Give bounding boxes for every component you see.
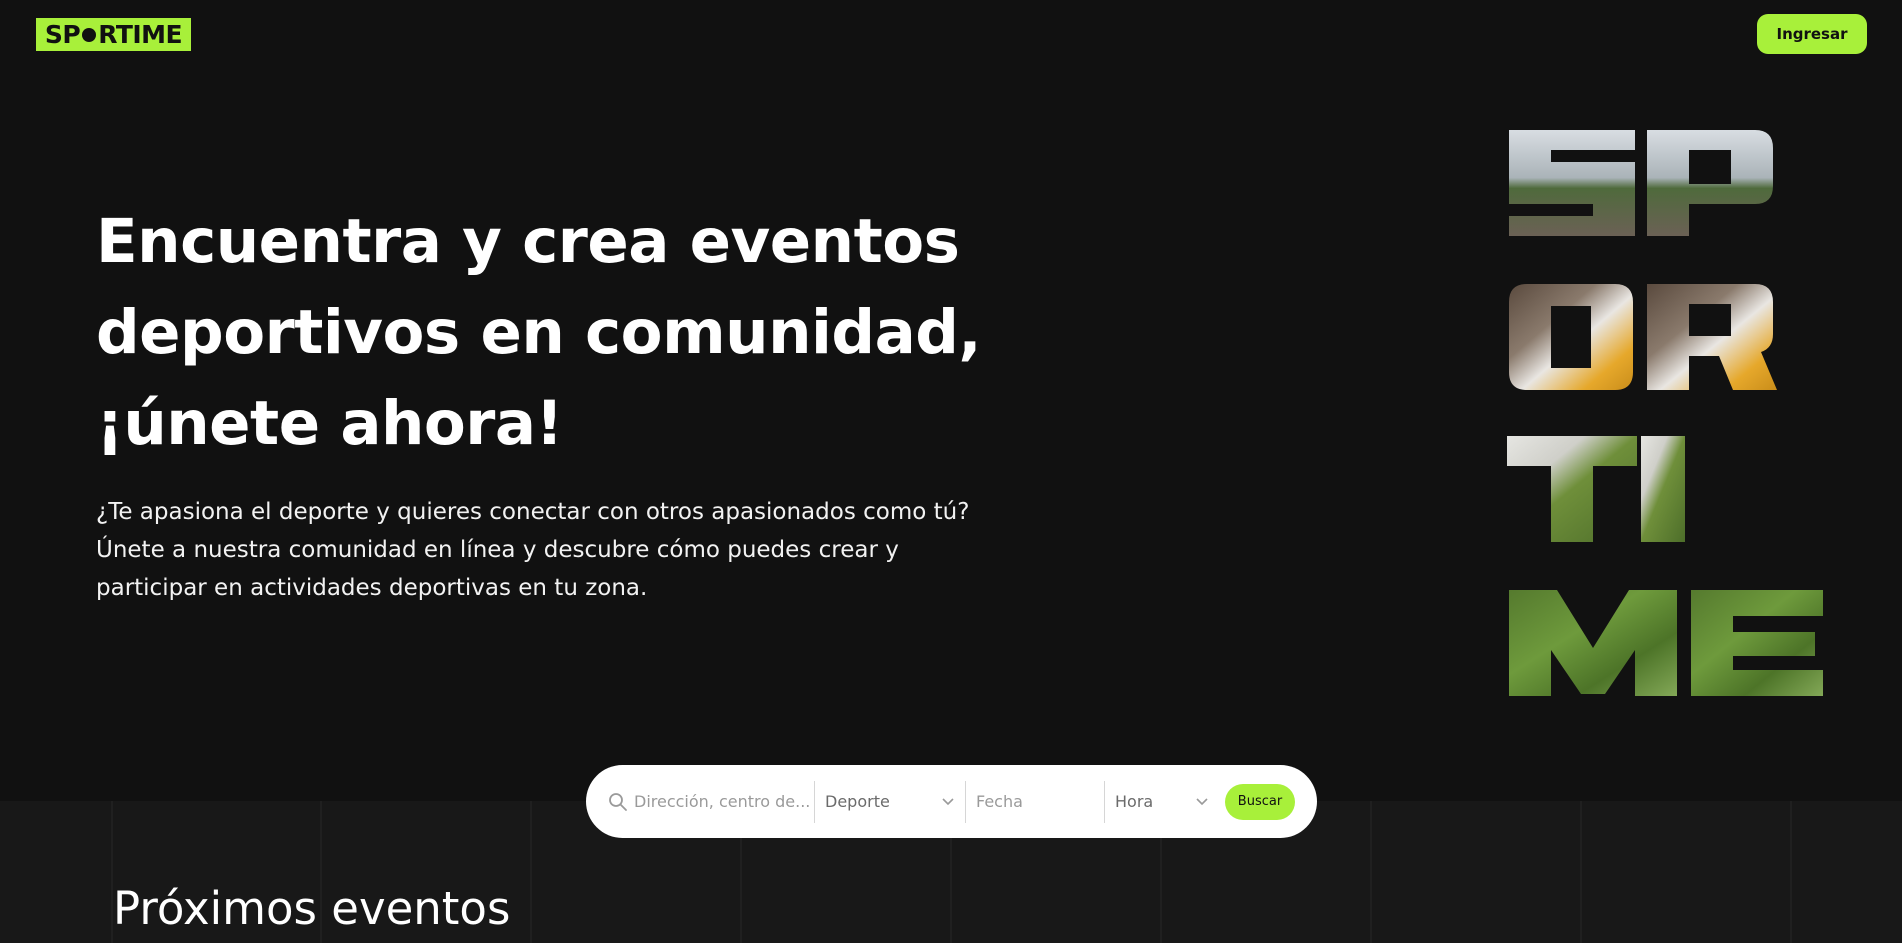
date-field[interactable] (966, 765, 1104, 838)
sport-select[interactable]: Deporte (815, 765, 965, 838)
sport-select-label: Deporte (825, 792, 890, 811)
hour-select-label: Hora (1115, 792, 1154, 811)
grid-line (1790, 801, 1792, 943)
event-search-bar: Deporte Hora Buscar (586, 765, 1317, 838)
letters-ti (1507, 436, 1685, 542)
hero-title-line: Encuentra y crea eventos (96, 206, 960, 277)
hero-description: ¿Te apasiona el deporte y quieres conect… (96, 493, 976, 607)
grid-line (530, 801, 532, 943)
search-icon (609, 792, 627, 811)
grid-line (1580, 801, 1582, 943)
logo-text-right: RTIME (98, 20, 183, 49)
address-field[interactable] (586, 765, 814, 838)
hero-description-line: Únete a nuestra comunidad en línea y des… (96, 537, 899, 563)
hero-title-line: deportivos en comunidad, (96, 297, 982, 368)
date-input[interactable] (976, 792, 1104, 811)
login-button[interactable]: Ingresar (1757, 14, 1867, 54)
letters-me (1509, 590, 1823, 696)
search-button[interactable]: Buscar (1225, 783, 1295, 820)
chevron-down-icon (1196, 797, 1208, 805)
hero-description-line: participar en actividades deportivas en … (96, 575, 648, 601)
logo-text-left: SP (44, 20, 81, 49)
address-input[interactable] (634, 792, 814, 811)
logo-ball-icon (82, 27, 97, 42)
grid-line (1370, 801, 1372, 943)
letters-sp (1509, 130, 1773, 236)
hero-title: Encuentra y crea eventos deportivos en c… (96, 196, 996, 469)
chevron-down-icon (942, 797, 954, 805)
sportime-logo[interactable]: SP RTIME (36, 18, 191, 51)
hero-description-line: ¿Te apasiona el deporte y quieres conect… (96, 499, 970, 525)
letters-or (1509, 284, 1777, 390)
hero-title-line: ¡únete ahora! (96, 388, 563, 459)
events-section-title: Próximos eventos (113, 882, 511, 935)
hour-select[interactable]: Hora (1105, 765, 1217, 838)
sportime-letters-art (1507, 130, 1823, 696)
